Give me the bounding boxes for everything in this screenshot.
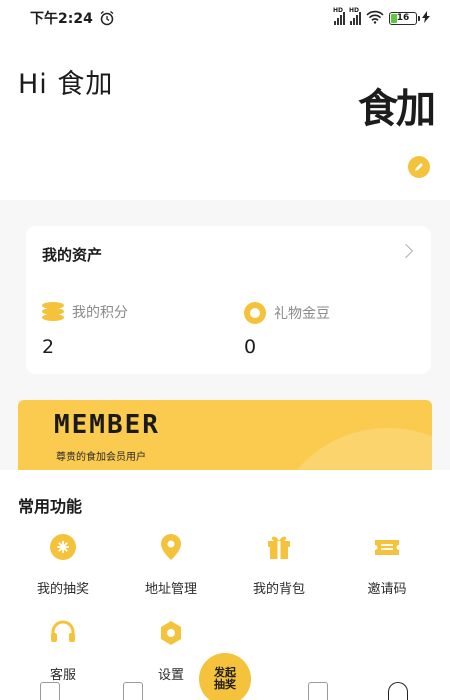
- member-card[interactable]: MEMBER 尊贵的食加会员用户: [18, 400, 432, 470]
- start-lottery-label: 发起抽奖: [214, 666, 236, 691]
- function-lottery[interactable]: 我的抽奖: [18, 532, 108, 597]
- wifi-icon: [366, 10, 384, 27]
- function-invite-code[interactable]: 邀请码: [342, 532, 432, 597]
- points-label: 我的积分: [72, 305, 128, 321]
- headset-icon: [48, 618, 78, 648]
- start-lottery-button[interactable]: 发起抽奖: [199, 653, 251, 700]
- pencil-icon: [415, 163, 423, 171]
- member-card-decoration: [268, 428, 432, 470]
- assets-title: 我的资产: [42, 246, 103, 264]
- settings-icon: [156, 618, 186, 648]
- assets-card[interactable]: 我的资产 我的积分 2 礼物金豆 0: [26, 226, 431, 374]
- ticket-icon: [372, 532, 402, 562]
- coin-stack-icon: [42, 302, 64, 322]
- brand-logo: 食加: [358, 85, 436, 132]
- beans-item[interactable]: 礼物金豆: [244, 302, 330, 324]
- function-backpack[interactable]: 我的背包: [234, 532, 324, 597]
- charging-icon: [422, 10, 430, 26]
- chevron-right-icon[interactable]: [398, 243, 414, 259]
- profile-tab-icon[interactable]: [388, 682, 408, 700]
- gift-box-icon: [264, 532, 294, 562]
- function-label: 地址管理: [144, 582, 197, 597]
- function-customer-service[interactable]: 客服: [18, 618, 108, 683]
- edit-profile-button[interactable]: [408, 156, 430, 178]
- gift-tab-icon[interactable]: [308, 682, 328, 700]
- function-label: 邀请码: [367, 582, 407, 597]
- signal-hd-2-icon: HD: [349, 7, 361, 25]
- home-tab-icon[interactable]: [40, 682, 60, 700]
- member-subtitle: 尊贵的食加会员用户: [56, 452, 146, 463]
- greeting-text: Hi 食加: [18, 69, 114, 100]
- status-time: 下午2:24: [30, 11, 93, 27]
- function-label: 我的背包: [252, 582, 305, 597]
- beans-value: 0: [244, 336, 257, 358]
- alarm-clock-icon: [99, 10, 115, 26]
- location-pin-icon: [156, 532, 186, 562]
- orders-tab-icon[interactable]: [123, 682, 143, 700]
- signal-hd-1-icon: HD: [333, 7, 345, 25]
- points-value: 2: [42, 336, 55, 358]
- status-bar: 下午2:24 HD HD 16: [0, 0, 450, 36]
- function-label: 我的抽奖: [36, 582, 89, 597]
- beans-label: 礼物金豆: [274, 306, 330, 322]
- battery-icon: 16: [389, 11, 420, 25]
- function-address[interactable]: 地址管理: [126, 532, 216, 597]
- battery-level: 16: [396, 13, 410, 23]
- functions-title: 常用功能: [18, 497, 83, 516]
- gold-bean-icon: [244, 302, 266, 324]
- points-item[interactable]: 我的积分: [42, 302, 128, 322]
- lottery-icon: [48, 532, 78, 562]
- member-title: MEMBER: [54, 410, 160, 440]
